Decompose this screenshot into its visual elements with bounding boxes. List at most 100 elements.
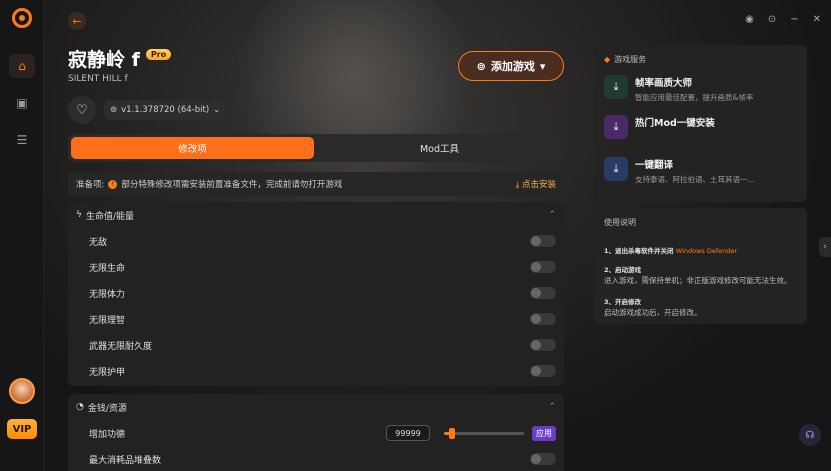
game-services-panel: ◆ 游戏服务 ⤓ 帧率画质大师 智能应用最佳配置，提升画质&帧率 ⤓ 热门Mod…: [594, 45, 807, 202]
step-1-highlight: Windows Defender: [675, 247, 738, 255]
step-2-title: 2、启动游戏: [604, 266, 642, 274]
option-label: 武器无限耐久度: [89, 341, 153, 352]
step-title: 1、退出杀毒软件并关闭 Windows Defender: [604, 245, 797, 255]
download-icon: ⤓: [604, 115, 628, 139]
option-label: 无限护甲: [89, 367, 126, 378]
download-icon: ⤓: [604, 157, 628, 181]
apply-button[interactable]: 应用: [532, 425, 556, 441]
option-label: 无限生命: [89, 263, 126, 274]
option-row: 无敌: [68, 228, 564, 254]
option-label: 无限体力: [89, 289, 126, 300]
section-header[interactable]: ◔ 金钱/资源 ⌃: [68, 394, 564, 420]
chevron-up-icon[interactable]: ⌃: [548, 210, 556, 220]
chevron-up-icon[interactable]: ⌃: [548, 402, 556, 412]
prep-text: 部分特殊修改项需安装前置准备文件，完成前请勿打开游戏: [121, 180, 343, 190]
record-icon[interactable]: ◉: [745, 14, 754, 25]
toggle-switch[interactable]: [530, 287, 556, 299]
game-title: 寂静岭 f: [68, 49, 140, 71]
option-row: 无限理智: [68, 306, 564, 332]
home-icon[interactable]: ⌂: [9, 54, 35, 78]
section-money: ◔ 金钱/资源 ⌃ 增加功德 99999 应用 最大消耗品堆叠数: [68, 394, 564, 471]
toggle-switch[interactable]: [530, 453, 556, 465]
service-item[interactable]: ⤓ 一键翻译 支持泰语、阿拉伯语、土耳其语一...: [594, 151, 807, 191]
gamepad-icon[interactable]: ▣: [9, 91, 35, 115]
version-selector[interactable]: ⊚ v1.1.378720 (64-bit) ⌄: [104, 100, 227, 120]
service-item[interactable]: ⤓ 热门Mod一键安装: [594, 109, 807, 145]
hero-background: [234, 0, 474, 200]
service-desc: 智能应用最佳配置，提升画质&帧率: [635, 93, 754, 102]
slider-knob[interactable]: [449, 427, 455, 439]
service-item[interactable]: ⤓ 帧率画质大师 智能应用最佳配置，提升画质&帧率: [594, 69, 807, 109]
vip-badge[interactable]: VIP: [7, 419, 37, 439]
tab-bar: 修改项 Mod工具: [68, 134, 564, 162]
settings-icon[interactable]: ⊙: [768, 14, 776, 25]
gift-icon: ◆: [604, 55, 611, 64]
option-row: 武器无限耐久度: [68, 332, 564, 358]
version-label: v1.1.378720 (64-bit): [121, 105, 210, 115]
window-controls: ◉ ⊙ − ✕: [745, 14, 821, 25]
chevron-down-icon: ⌄: [213, 105, 221, 115]
toggle-switch[interactable]: [530, 313, 556, 325]
option-row: 最大消耗品堆叠数: [68, 446, 564, 471]
option-label: 增加功德: [89, 429, 126, 440]
headset-icon[interactable]: ☊: [799, 424, 821, 446]
pro-badge: Pro: [145, 49, 172, 60]
service-title: 热门Mod一键安装: [635, 118, 715, 129]
panel-header: ◆ 游戏服务: [594, 45, 807, 69]
merit-slider[interactable]: [444, 427, 524, 439]
chevron-right-icon[interactable]: ›: [819, 237, 831, 257]
tab-mod-tools[interactable]: Mod工具: [318, 137, 561, 159]
steam-icon: ⊚: [110, 105, 118, 115]
section-header[interactable]: ϟ 生命值/能量 ⌃: [68, 202, 564, 228]
service-title: 帧率画质大师: [635, 78, 693, 89]
option-row: 增加功德 99999 应用: [68, 420, 564, 446]
close-icon[interactable]: ✕: [813, 14, 821, 25]
service-title: 一键翻译: [635, 160, 674, 171]
caret-down-icon: ▾: [539, 59, 546, 73]
title-row: 寂静岭 f Pro: [68, 45, 172, 72]
toggle-switch[interactable]: [530, 339, 556, 351]
add-game-button[interactable]: ⊚ 添加游戏 ▾: [458, 51, 564, 81]
prep-label: 准备项:: [76, 180, 105, 190]
steam-icon: ⊚: [476, 59, 486, 73]
toggle-switch[interactable]: [530, 235, 556, 247]
stack-icon[interactable]: ☰: [9, 128, 35, 152]
usage-steps: 1、退出杀毒软件并关闭 Windows Defender 2、启动游戏 进入游戏…: [594, 232, 807, 326]
step-2-body: 进入游戏，需保持单机；非正版游戏修改可能无法生效。: [604, 276, 792, 285]
download-icon: ⤓: [604, 75, 628, 99]
install-link[interactable]: ⤓ 点击安装: [516, 178, 556, 190]
merit-value-input[interactable]: 99999: [386, 425, 430, 441]
add-game-label: 添加游戏: [490, 60, 535, 73]
avatar[interactable]: [9, 378, 35, 404]
step-1-title: 1、退出杀毒软件并关闭: [604, 247, 674, 255]
main-area: ← ◉ ⊙ − ✕ 寂静岭 f Pro SILENT HILL f ♡ ⊚ v1…: [44, 0, 831, 471]
install-label: 点击安装: [521, 180, 556, 190]
panel-header: 使用说明: [594, 208, 807, 232]
panel-title: 使用说明: [604, 218, 636, 227]
warning-icon: !: [108, 179, 118, 189]
toggle-switch[interactable]: [530, 365, 556, 377]
step-3-title: 3、开启修改: [604, 297, 642, 306]
panel-title: 游戏服务: [614, 55, 647, 64]
option-row: 无限体力: [68, 280, 564, 306]
option-label: 无敌: [89, 237, 108, 248]
section-health: ϟ 生命值/能量 ⌃ 无敌 无限生命 无限体力 无限理智 武器无限耐久度 无限护…: [68, 202, 564, 386]
tab-mods[interactable]: 修改项: [71, 137, 314, 159]
back-arrow-icon[interactable]: ←: [68, 12, 86, 30]
usage-panel: 使用说明 1、退出杀毒软件并关闭 Windows Defender 2、启动游戏…: [594, 208, 807, 324]
step-3-body: 启动游戏成功后，开启修改。: [604, 307, 702, 317]
prep-bar: 准备项: ! 部分特殊修改项需安装前置准备文件，完成前请勿打开游戏 ⤓ 点击安装: [68, 172, 564, 196]
game-subtitle: SILENT HILL f: [68, 74, 128, 84]
service-desc: 支持泰语、阿拉伯语、土耳其语一...: [635, 175, 755, 184]
app-logo[interactable]: [12, 8, 32, 28]
minimize-icon[interactable]: −: [790, 14, 798, 25]
favorite-heart-icon[interactable]: ♡: [68, 96, 96, 124]
toggle-switch[interactable]: [530, 261, 556, 273]
sidebar: ⌂ ▣ ☰ VIP: [0, 0, 44, 471]
coin-icon: ◔: [76, 402, 84, 412]
option-row: 无限生命: [68, 254, 564, 280]
option-row: 无限护甲: [68, 358, 564, 384]
section-title: 生命值/能量: [85, 211, 134, 222]
bolt-icon: ϟ: [76, 210, 82, 220]
option-label: 最大消耗品堆叠数: [89, 455, 162, 466]
